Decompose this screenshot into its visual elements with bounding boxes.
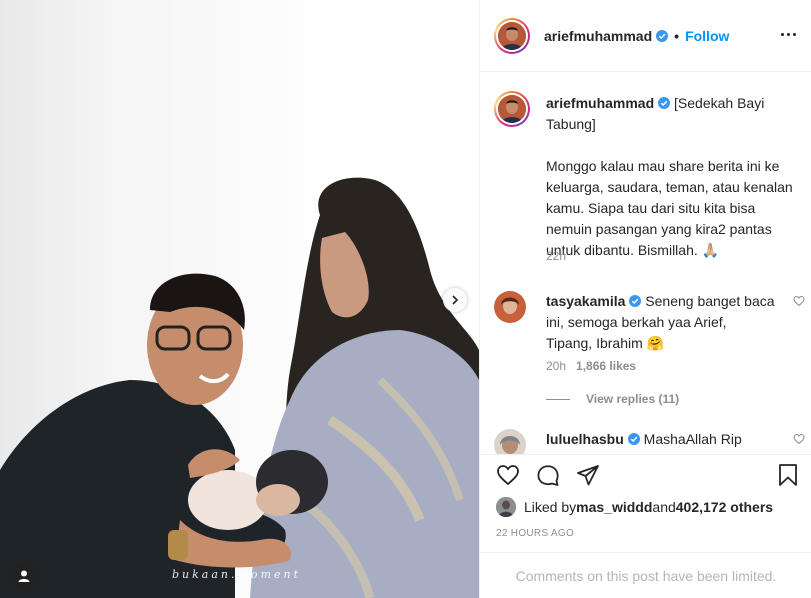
post-header: ariefmuhammad • Follow	[480, 0, 811, 72]
liker-avatar[interactable]	[496, 497, 516, 517]
author-avatar[interactable]	[494, 17, 530, 54]
verified-badge-icon	[656, 29, 669, 42]
instagram-post-modal: bukaan.moment ariefmuhammad • Follow ari…	[0, 0, 811, 598]
verified-badge-icon	[629, 295, 642, 307]
avatar-image	[498, 95, 526, 123]
comments-list[interactable]: ariefmuhammad [Sedekah Bayi Tabung] Mong…	[480, 73, 811, 454]
bookmark-icon[interactable]	[776, 463, 800, 487]
likes-count[interactable]: 402,172 others	[676, 499, 773, 515]
caption-timestamp[interactable]: 22h	[546, 249, 566, 263]
photo-watermark: bukaan.moment	[172, 568, 301, 581]
post-photo: bukaan.moment	[0, 0, 479, 598]
family-photo-illustration	[0, 177, 479, 598]
comment-icon[interactable]	[536, 463, 560, 487]
commenter-username[interactable]: tasyakamila	[546, 293, 625, 309]
comment-item: luluelhasbu MashaAllah Rip	[494, 429, 809, 454]
commenter-username[interactable]: luluelhasbu	[546, 431, 624, 447]
post-actions: Liked by mas_widdd and 402,172 others 22…	[480, 454, 811, 598]
caption-body: Monggo kalau mau share berita ini ke kel…	[546, 158, 793, 258]
verified-badge-icon	[627, 433, 640, 445]
avatar-image	[496, 497, 516, 517]
comment-text: MashaAllah Rip	[639, 431, 742, 447]
chevron-right-icon	[452, 295, 459, 305]
avatar-image	[498, 21, 526, 50]
comment-item: tasyakamila Seneng banget baca ini, semo…	[494, 291, 809, 391]
comment-meta: 20h 1,866 likes	[546, 359, 636, 373]
next-photo-button[interactable]	[443, 288, 467, 312]
post-timestamp[interactable]: 22 HOURS AGO	[496, 528, 574, 539]
comment-timestamp[interactable]: 20h	[546, 359, 566, 373]
share-icon[interactable]	[576, 463, 600, 487]
avatar-image	[494, 291, 526, 323]
liker-username[interactable]: mas_widdd	[576, 499, 652, 515]
comment-heart-icon[interactable]	[793, 433, 805, 445]
commenter-avatar[interactable]	[494, 429, 526, 454]
caption-username[interactable]: ariefmuhammad	[546, 95, 654, 111]
likes-prefix: Liked by	[524, 499, 577, 515]
view-replies-label: View replies (11)	[586, 392, 680, 406]
separator-dot: •	[674, 27, 680, 44]
tagged-users-button[interactable]	[10, 562, 38, 590]
comment-heart-icon[interactable]	[793, 295, 805, 307]
comments-limited-notice: Comments on this post have been limited.	[480, 552, 811, 598]
follow-button[interactable]: Follow	[685, 28, 729, 44]
likes-summary: Liked by mas_widdd and 402,172 others	[496, 497, 773, 517]
comment-likes-count[interactable]: 1,866 likes	[576, 359, 636, 373]
verified-badge-icon	[658, 97, 671, 109]
commenter-avatar[interactable]	[494, 291, 526, 323]
author-username[interactable]: ariefmuhammad	[544, 28, 652, 44]
post-sidebar: ariefmuhammad • Follow ariefmuhammad [Se…	[479, 0, 811, 598]
avatar-image	[494, 429, 526, 454]
heart-icon[interactable]	[496, 463, 520, 487]
user-tag-icon	[18, 570, 30, 582]
caption-author-avatar[interactable]	[494, 91, 530, 127]
likes-middle: and	[652, 499, 676, 515]
view-replies-button[interactable]: View replies (11)	[546, 392, 679, 406]
more-options-icon[interactable]	[778, 24, 798, 44]
